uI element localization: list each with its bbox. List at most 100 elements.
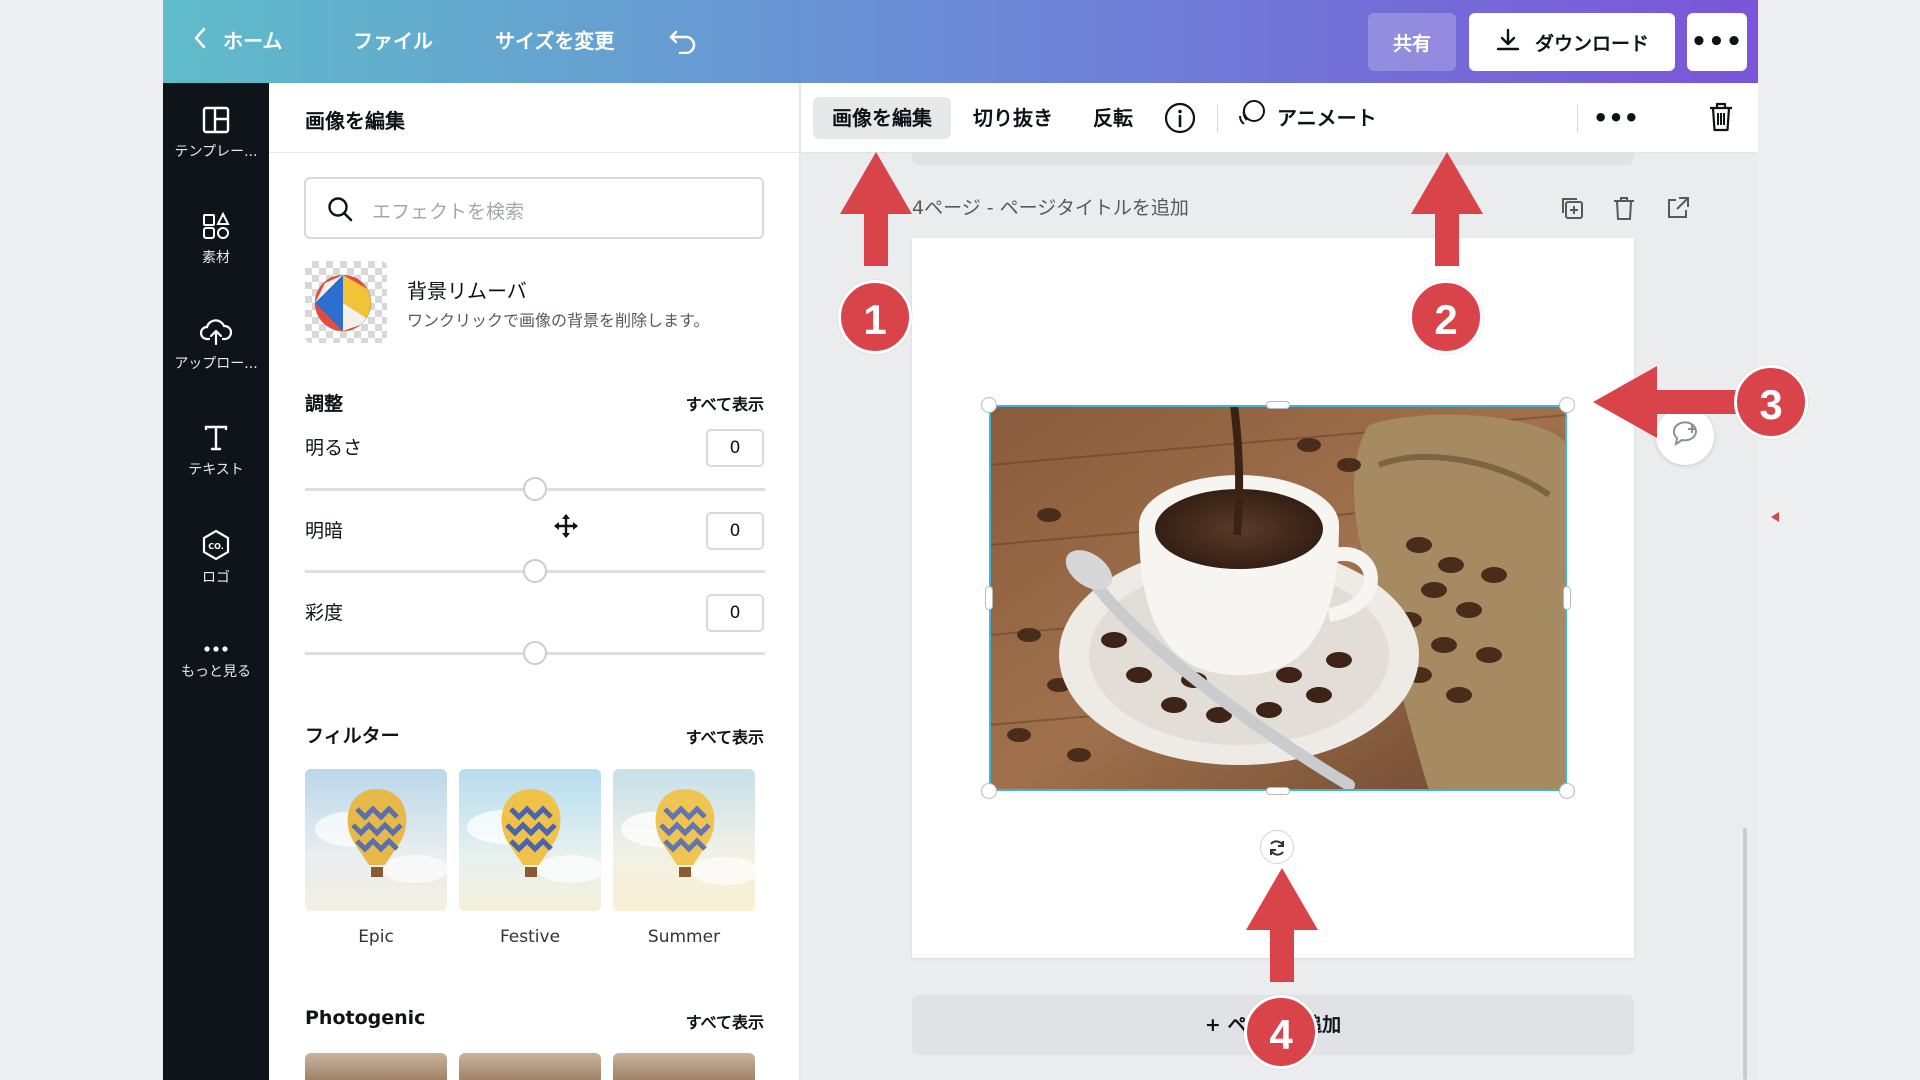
- template-icon: [163, 105, 269, 135]
- filters-see-all-link[interactable]: すべて表示: [686, 724, 764, 748]
- rail-item-logos[interactable]: CO. ロゴ: [163, 529, 269, 619]
- annotation-badge-3: 3: [1734, 365, 1808, 439]
- canva-editor-window: ホーム ファイル サイズを変更 共有 ダウンロード ••• テンプレー... 素: [163, 0, 1758, 1080]
- left-rail: テンプレー... 素材 アップロー... テキスト CO. ロゴ もっと見る: [163, 83, 269, 1080]
- effect-search-input[interactable]: エフェクトを検索: [304, 177, 764, 239]
- animate-label: アニメート: [1277, 106, 1377, 130]
- photogenic-thumbnail[interactable]: [305, 1053, 447, 1080]
- more-icon: [163, 643, 269, 655]
- file-menu[interactable]: ファイル: [353, 0, 433, 83]
- resize-handle-bottom[interactable]: [1266, 787, 1290, 795]
- resize-handle-bottom-right[interactable]: [1559, 783, 1575, 799]
- saturation-slider-handle[interactable]: [523, 641, 547, 665]
- brightness-label: 明るさ: [305, 437, 363, 459]
- download-button[interactable]: ダウンロード: [1469, 13, 1675, 71]
- resize-handle-top-left[interactable]: [981, 397, 997, 413]
- rail-item-text[interactable]: テキスト: [163, 423, 269, 513]
- annotation-arrow-left: [1593, 366, 1737, 438]
- delete-page-icon[interactable]: [1612, 195, 1636, 225]
- home-link[interactable]: ホーム: [193, 0, 282, 83]
- search-icon: [326, 195, 354, 227]
- top-bar: ホーム ファイル サイズを変更 共有 ダウンロード •••: [163, 0, 1758, 83]
- rail-label-text: テキスト: [188, 462, 244, 478]
- hot-air-balloon-icon: [467, 789, 601, 883]
- trash-icon[interactable]: [1707, 101, 1735, 135]
- animate-button[interactable]: アニメート: [1237, 97, 1377, 139]
- filter-festive-label: Festive: [499, 927, 561, 947]
- contrast-slider-handle[interactable]: [523, 559, 547, 583]
- resize-handle-left[interactable]: [985, 586, 993, 610]
- animate-icon: [1237, 98, 1267, 142]
- annotation-badge-4: 4: [1244, 995, 1318, 1069]
- resize-handle-top-right[interactable]: [1559, 397, 1575, 413]
- elements-icon: [163, 211, 269, 241]
- crop-button[interactable]: 切り抜き: [973, 97, 1053, 139]
- annotation-badge-2: 2: [1409, 280, 1483, 354]
- chevron-left-icon: [193, 1, 207, 84]
- filter-epic-thumbnail[interactable]: [305, 769, 447, 911]
- home-label: ホーム: [223, 29, 283, 53]
- resize-handle-bottom-left[interactable]: [981, 783, 997, 799]
- background-remover-description: ワンクリックで画像の背景を削除します。: [407, 311, 710, 330]
- info-icon[interactable]: [1163, 101, 1197, 135]
- rail-label-uploads: アップロー...: [174, 356, 258, 372]
- photogenic-see-all-link[interactable]: すべて表示: [686, 1009, 764, 1033]
- rail-item-elements[interactable]: 素材: [163, 211, 269, 301]
- page-title-header[interactable]: 4ページ - ページタイトルを追加: [912, 193, 1189, 220]
- rail-item-uploads[interactable]: アップロー...: [163, 317, 269, 407]
- adjust-see-all-link[interactable]: すべて表示: [686, 391, 764, 415]
- rail-label-elements: 素材: [202, 250, 230, 266]
- contrast-label: 明暗: [305, 520, 344, 542]
- hot-air-balloon-icon: [315, 789, 447, 883]
- logo-icon: CO.: [163, 529, 269, 561]
- small-marker: [1771, 512, 1779, 522]
- duplicate-page-icon[interactable]: [1559, 195, 1585, 225]
- download-icon: [1495, 27, 1521, 58]
- photogenic-section-title: Photogenic: [305, 1007, 426, 1029]
- filter-epic-label: Epic: [358, 927, 394, 947]
- upload-icon: [163, 317, 269, 347]
- panel-header: 画像を編集: [269, 83, 799, 153]
- rail-item-more[interactable]: もっと見る: [163, 643, 269, 733]
- flip-button[interactable]: 反転: [1093, 97, 1133, 139]
- background-remover-thumbnail[interactable]: [305, 261, 387, 343]
- rail-label-templates: テンプレー...: [174, 144, 258, 160]
- panel-title: 画像を編集: [305, 109, 405, 133]
- brightness-slider-handle[interactable]: [523, 477, 547, 501]
- annotation-arrow-up: [840, 152, 912, 266]
- photogenic-thumbnail[interactable]: [459, 1053, 601, 1080]
- annotation-badge-1: 1: [838, 280, 912, 354]
- rotate-icon[interactable]: [1260, 830, 1294, 864]
- rail-item-templates[interactable]: テンプレー...: [163, 105, 269, 195]
- hot-air-balloon-icon: [621, 789, 755, 885]
- rail-label-logos: ロゴ: [202, 570, 230, 586]
- svg-text:CO.: CO.: [208, 542, 224, 551]
- resize-handle-top[interactable]: [1266, 401, 1290, 409]
- saturation-value-input[interactable]: 0: [706, 594, 764, 632]
- filter-festive-thumbnail[interactable]: [459, 769, 601, 911]
- download-label: ダウンロード: [1534, 32, 1649, 55]
- filter-summer-thumbnail[interactable]: [613, 769, 755, 911]
- scrollbar[interactable]: [1743, 828, 1747, 1080]
- share-button[interactable]: 共有: [1368, 13, 1456, 71]
- resize-menu[interactable]: サイズを変更: [495, 0, 614, 83]
- photogenic-thumbnail[interactable]: [613, 1053, 755, 1080]
- background-remover-title[interactable]: 背景リムーバ: [407, 275, 527, 304]
- more-options-button[interactable]: •••: [1687, 13, 1747, 71]
- toolbar-divider: [1217, 105, 1218, 133]
- toolbar-more-button[interactable]: •••: [1593, 97, 1639, 139]
- beach-ball-icon: [314, 274, 372, 332]
- search-placeholder: エフェクトを検索: [372, 201, 525, 223]
- annotation-arrow-up: [1246, 868, 1318, 982]
- saturation-label: 彩度: [305, 602, 344, 624]
- undo-icon[interactable]: [668, 28, 698, 56]
- brightness-value-input[interactable]: 0: [706, 429, 764, 467]
- filter-summer-label: Summer: [647, 927, 721, 947]
- previous-page-edge: [912, 153, 1634, 165]
- share-page-icon[interactable]: [1665, 195, 1691, 225]
- edit-image-panel: 画像を編集 エフェクトを検索 背景リムーバ ワンクリックで画像の背景を削除します…: [269, 83, 801, 1080]
- contrast-value-input[interactable]: 0: [706, 512, 764, 550]
- annotation-arrow-up: [1411, 152, 1483, 266]
- resize-handle-right[interactable]: [1563, 586, 1571, 610]
- edit-image-button[interactable]: 画像を編集: [813, 97, 951, 139]
